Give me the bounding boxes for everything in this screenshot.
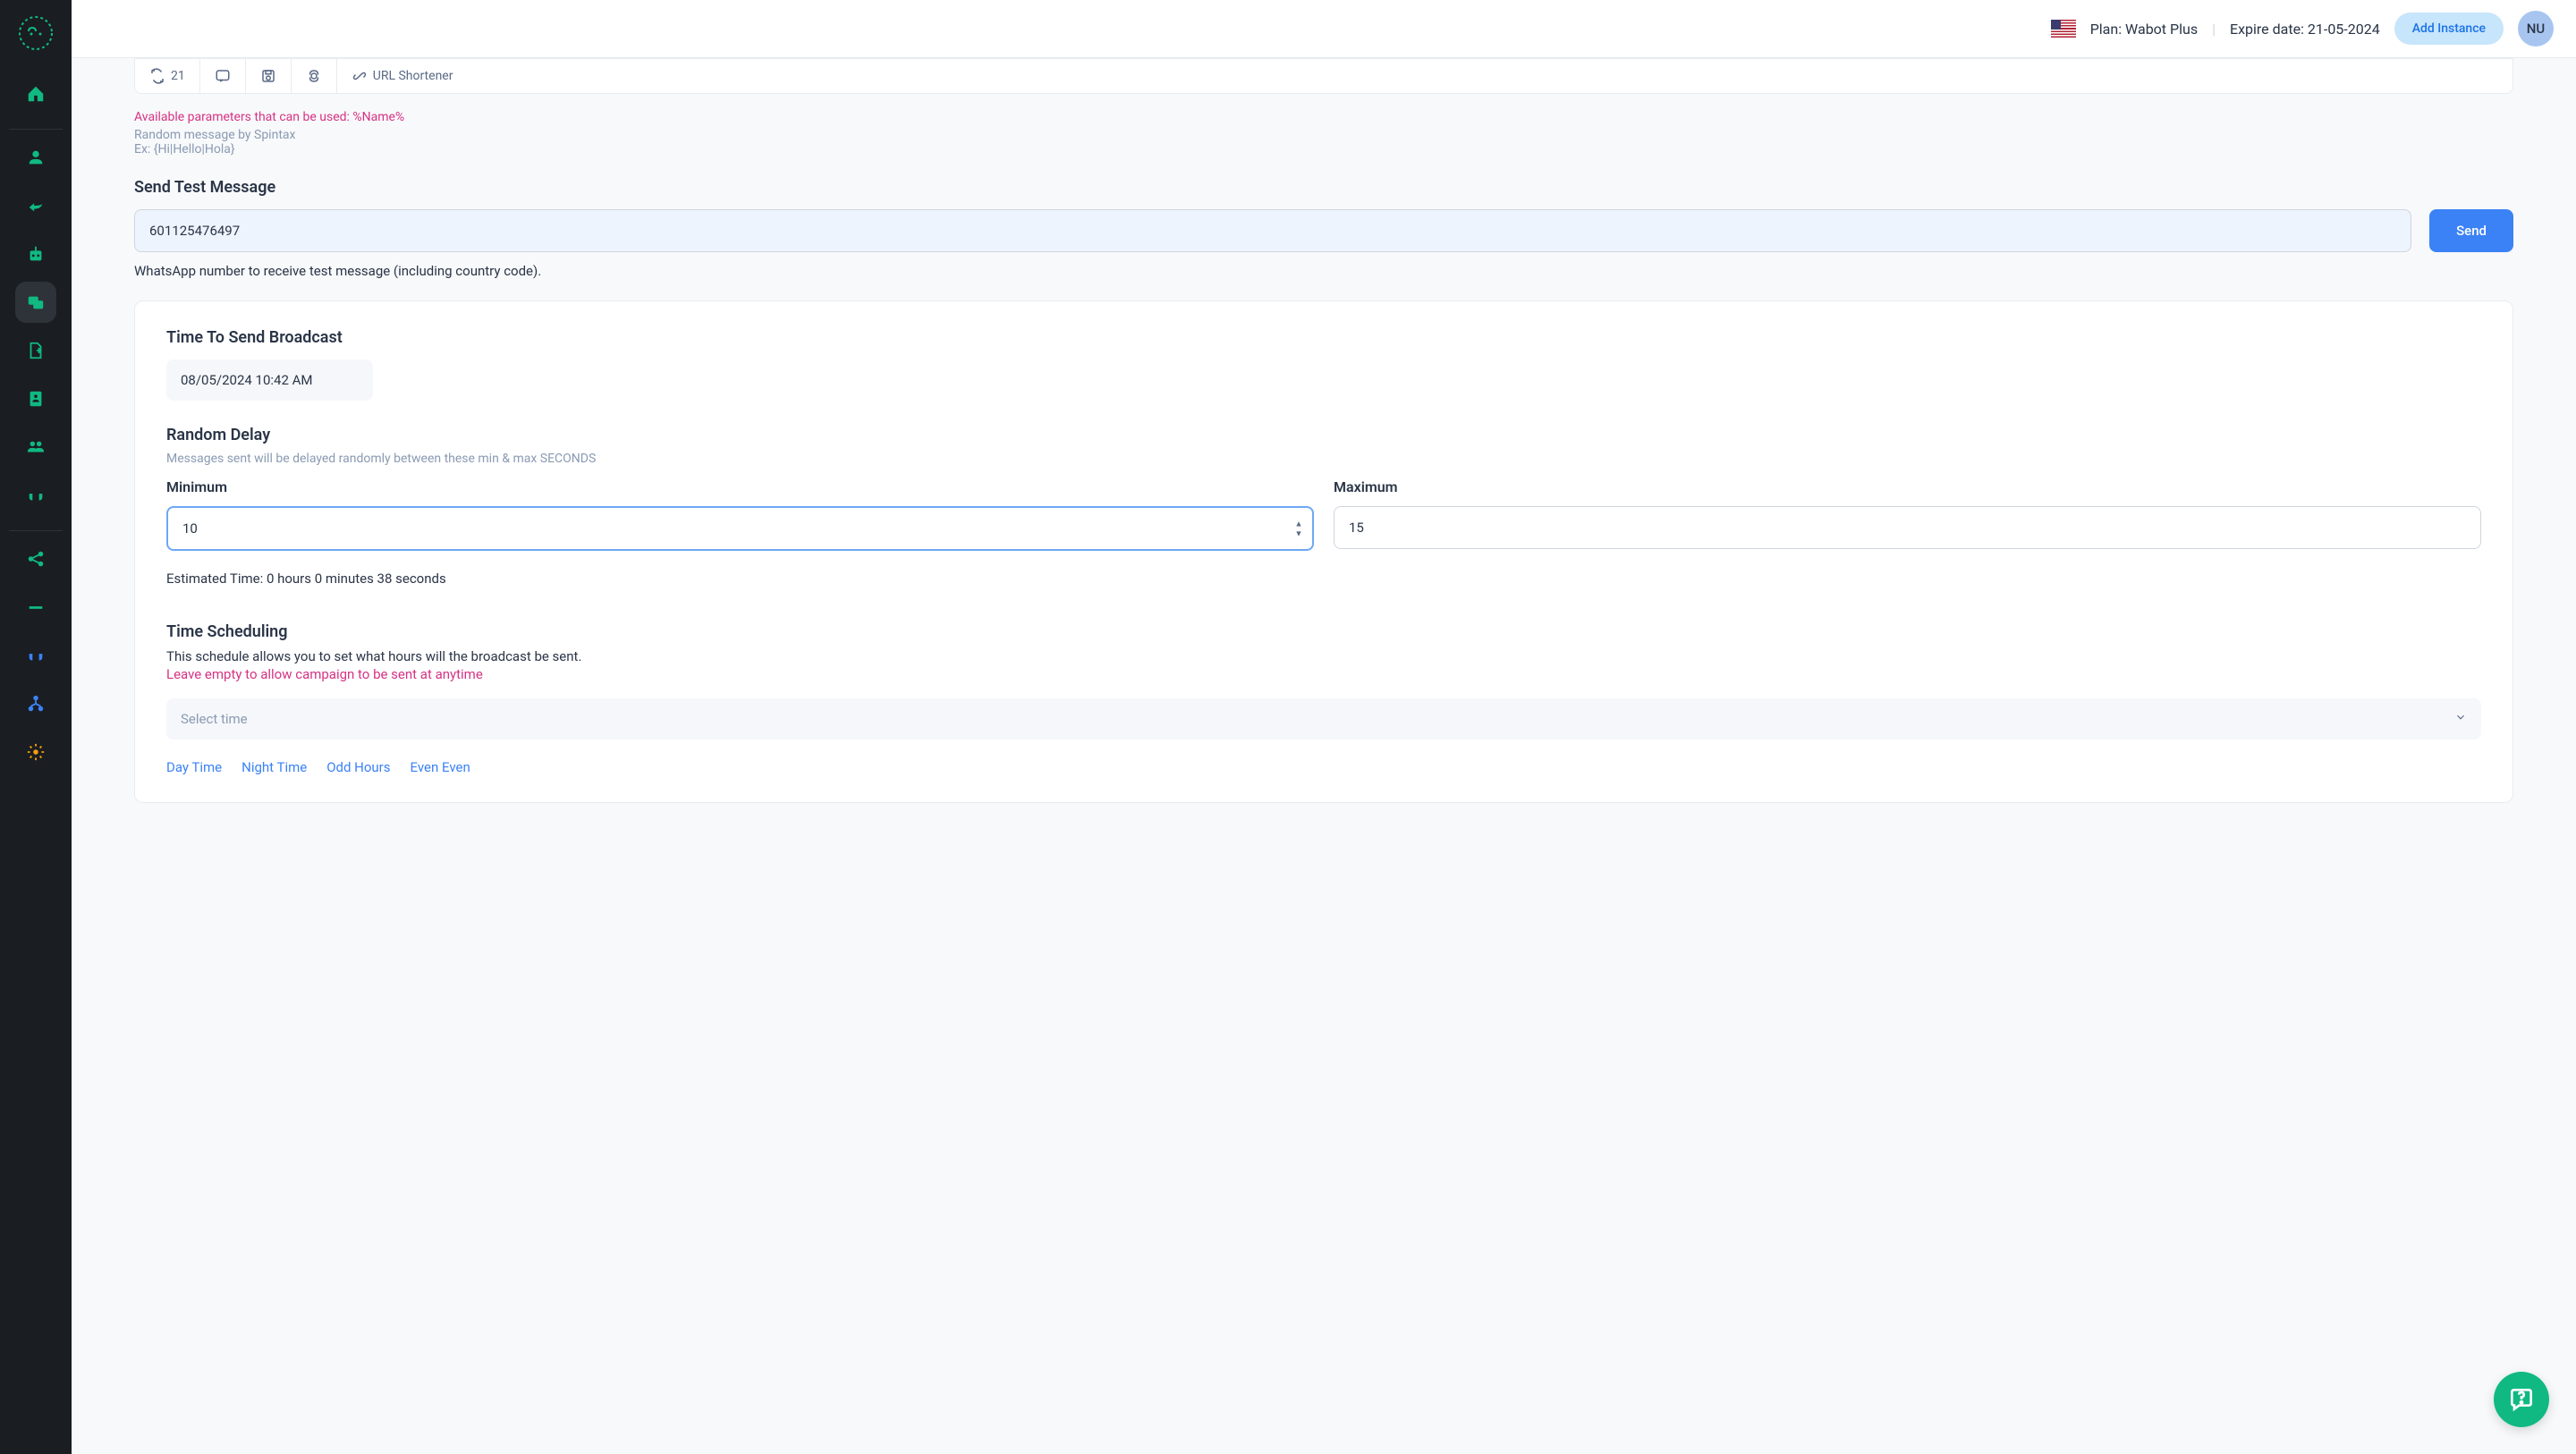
sidebar-divider xyxy=(9,129,63,130)
url-shortener-label: URL Shortener xyxy=(373,69,453,83)
time-select[interactable]: Select time xyxy=(166,698,2481,740)
broadcast-time-input[interactable] xyxy=(166,359,373,401)
app-logo xyxy=(16,13,56,54)
toolbar-save-icon[interactable] xyxy=(246,59,292,93)
maximum-label: Maximum xyxy=(1334,478,2481,495)
add-instance-button[interactable]: Add Instance xyxy=(2394,13,2504,45)
send-button[interactable]: Send xyxy=(2429,209,2513,252)
sidebar-contacts[interactable] xyxy=(15,137,56,178)
time-select-placeholder: Select time xyxy=(181,711,248,727)
spintax-hint1: Random message by Spintax xyxy=(134,128,2513,142)
chevron-down-icon xyxy=(2454,711,2467,727)
sidebar-integration[interactable] xyxy=(15,635,56,676)
test-phone-input[interactable] xyxy=(134,209,2411,252)
spintax-hint2: Ex: {Hi|Hello|Hola} xyxy=(134,142,2513,156)
minimum-input[interactable] xyxy=(166,506,1314,551)
sidebar-export[interactable] xyxy=(15,330,56,371)
maximum-input[interactable] xyxy=(1334,506,2481,549)
user-avatar[interactable]: NU xyxy=(2518,11,2554,46)
scheduling-desc: This schedule allows you to set what hou… xyxy=(166,648,2481,664)
toolbar-chat-icon[interactable] xyxy=(200,59,246,93)
even-even-link[interactable]: Even Even xyxy=(411,759,470,775)
random-delay-title: Random Delay xyxy=(166,426,2481,444)
sidebar-addressbook[interactable] xyxy=(15,378,56,419)
sidebar-divider xyxy=(9,530,63,531)
help-fab[interactable] xyxy=(2494,1372,2549,1427)
test-help-text: WhatsApp number to receive test message … xyxy=(134,263,2513,279)
params-hint: Available parameters that can be used: %… xyxy=(134,110,2513,124)
min-step-down[interactable]: ▼ xyxy=(1292,529,1305,538)
random-delay-subtitle: Messages sent will be delayed randomly b… xyxy=(166,452,2481,466)
sidebar-item-dash[interactable] xyxy=(15,587,56,628)
sidebar-home[interactable] xyxy=(15,73,56,114)
expire-label: Expire date: 21-05-2024 xyxy=(2230,21,2380,38)
sidebar-share[interactable] xyxy=(15,538,56,579)
sidebar-reply[interactable] xyxy=(15,185,56,226)
header-divider: | xyxy=(2212,21,2216,38)
broadcast-time-title: Time To Send Broadcast xyxy=(166,328,2481,347)
sidebar-flow[interactable] xyxy=(15,683,56,724)
scheduling-title: Time Scheduling xyxy=(166,622,2481,641)
toolbar-count: 21 xyxy=(171,69,185,83)
sidebar-bot[interactable] xyxy=(15,233,56,275)
sidebar-plugin[interactable] xyxy=(15,475,56,516)
locale-flag-icon[interactable] xyxy=(2051,20,2076,38)
plan-label: Plan: Wabot Plus xyxy=(2090,21,2198,38)
min-step-up[interactable]: ▲ xyxy=(1292,520,1305,528)
test-message-title: Send Test Message xyxy=(134,178,2513,197)
sidebar-chat[interactable] xyxy=(15,282,56,323)
toolbar-url-shortener[interactable]: URL Shortener xyxy=(337,59,468,93)
estimated-time: Estimated Time: 0 hours 0 minutes 38 sec… xyxy=(166,571,2481,587)
odd-hours-link[interactable]: Odd Hours xyxy=(326,759,390,775)
sidebar-group[interactable] xyxy=(15,427,56,468)
toolbar-ai-icon[interactable] xyxy=(292,59,337,93)
sidebar-settings[interactable] xyxy=(15,731,56,773)
scheduling-warning: Leave empty to allow campaign to be sent… xyxy=(166,666,2481,682)
toolbar-sync[interactable]: 21 xyxy=(135,59,200,93)
night-time-link[interactable]: Night Time xyxy=(242,759,307,775)
day-time-link[interactable]: Day Time xyxy=(166,759,222,775)
minimum-label: Minimum xyxy=(166,478,1314,495)
